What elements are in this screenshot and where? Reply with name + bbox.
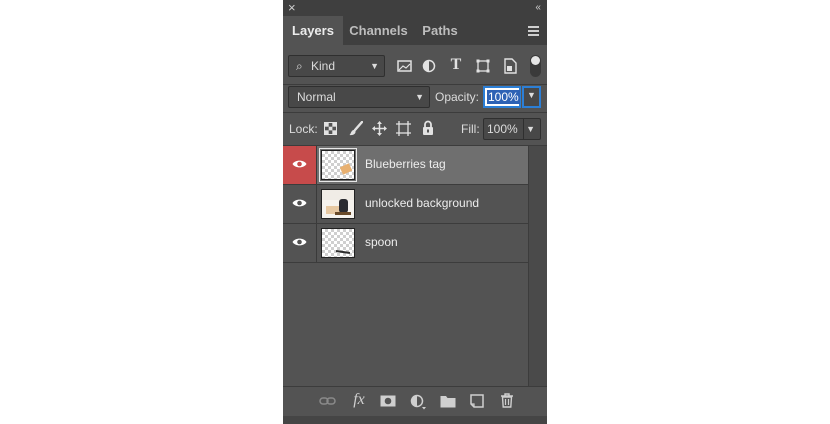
lock-transparent-pixels-icon[interactable] [324, 122, 337, 135]
eye-icon [292, 238, 307, 246]
blend-mode-dropdown[interactable]: Normal ▼ [288, 86, 430, 108]
opacity-input[interactable]: 100% [483, 86, 521, 108]
panel-title-bar: × ‹‹ [283, 0, 547, 16]
opacity-value: 100% [487, 90, 520, 104]
layer-thumbnail [321, 189, 355, 219]
filter-toggle[interactable] [530, 55, 541, 77]
shape-filter-icon[interactable] [476, 59, 490, 73]
lock-artboard-icon[interactable] [396, 121, 411, 136]
visibility-toggle[interactable] [283, 224, 317, 262]
panel-menu-icon[interactable] [528, 26, 539, 38]
eye-icon [292, 199, 307, 207]
panel-resize-grip[interactable] [283, 416, 547, 424]
search-icon: ⌕ [296, 59, 303, 73]
chevron-down-icon: ▼ [370, 61, 379, 71]
lock-row: Lock: Fill: 100% ▼ [283, 113, 547, 144]
collapse-icon[interactable]: ‹‹ [535, 1, 541, 15]
kind-filter-dropdown[interactable]: ⌕ Kind ▼ [288, 55, 385, 77]
layers-scrollbar[interactable] [528, 146, 547, 386]
lock-position-icon[interactable] [372, 121, 387, 136]
add-mask-icon[interactable] [380, 395, 396, 407]
adjustment-filter-icon[interactable] [422, 59, 436, 73]
filter-row: ⌕ Kind ▼ T [283, 45, 547, 88]
tab-channels[interactable]: Channels [343, 16, 414, 45]
layer-name: Blueberries tag [365, 157, 446, 171]
blend-mode-value: Normal [297, 90, 336, 104]
chevron-down-icon: ▼ [526, 124, 535, 134]
delete-layer-icon[interactable] [500, 393, 514, 408]
layer-name: unlocked background [365, 196, 480, 210]
tab-paths[interactable]: Paths [414, 16, 466, 45]
fill-label: Fill: [461, 122, 480, 136]
visibility-toggle[interactable] [283, 146, 317, 184]
layers-panel: × ‹‹ Layers Channels Paths ⌕ Kind ▼ T No… [283, 0, 547, 424]
opacity-label: Opacity: [435, 90, 480, 104]
fill-input[interactable]: 100% ▼ [483, 118, 541, 140]
close-icon[interactable]: × [288, 1, 296, 15]
adjustment-layer-icon[interactable] [410, 394, 426, 410]
new-group-icon[interactable] [440, 395, 456, 408]
layer-row-unlocked-background[interactable]: unlocked background [283, 185, 528, 223]
blend-row: Normal ▼ Opacity: 100% ▼ [283, 85, 547, 112]
smart-object-filter-icon[interactable] [504, 58, 517, 74]
layer-name: spoon [365, 235, 398, 249]
lock-label: Lock: [289, 122, 318, 136]
layers-footer: fx [283, 386, 547, 424]
lock-all-icon[interactable] [422, 120, 434, 135]
chevron-down-icon: ▼ [415, 92, 424, 102]
layer-row-blueberries-tag[interactable]: Blueberries tag [283, 146, 528, 184]
layer-thumbnail [319, 148, 357, 182]
kind-filter-label: Kind [311, 59, 336, 73]
layer-thumbnail [321, 228, 355, 258]
chevron-down-icon: ▼ [527, 90, 536, 100]
opacity-stepper[interactable]: ▼ [522, 86, 541, 108]
panel-tab-bar: Layers Channels Paths [283, 16, 547, 45]
tab-layers[interactable]: Layers [283, 16, 343, 45]
visibility-toggle[interactable] [283, 185, 317, 223]
type-filter-icon[interactable]: T [449, 56, 463, 74]
new-layer-icon[interactable] [470, 394, 484, 408]
layer-row-spoon[interactable]: spoon [283, 224, 528, 262]
fill-value: 100% [487, 122, 518, 136]
eye-icon [292, 160, 307, 168]
lock-image-pixels-icon[interactable] [349, 121, 363, 136]
image-filter-icon[interactable] [397, 59, 412, 73]
fx-icon[interactable]: fx [349, 391, 369, 409]
link-layers-icon[interactable] [319, 395, 336, 407]
